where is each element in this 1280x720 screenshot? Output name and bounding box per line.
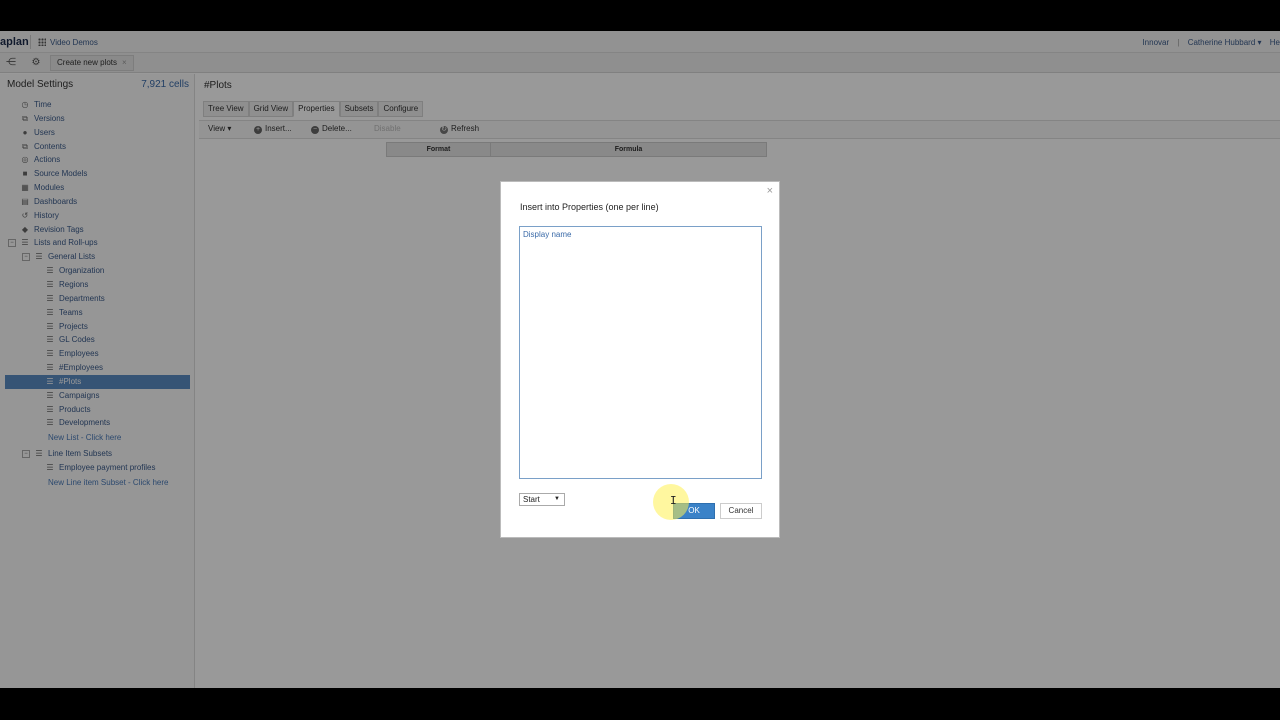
items-textarea[interactable] [519,226,762,479]
position-select[interactable]: Start ▼ [519,493,565,506]
close-icon[interactable]: × [767,185,773,197]
insert-dialog: × Insert into Properties (one per line) … [500,181,780,538]
cancel-button[interactable]: Cancel [720,503,762,519]
position-select-value: Start [523,495,540,504]
dialog-title: Insert into Properties (one per line) [520,202,659,212]
chevron-down-icon: ▼ [554,496,560,502]
app-window: aplan Video Demos Innovar | Catherine Hu… [0,31,1280,688]
text-cursor-icon: I [670,494,677,507]
